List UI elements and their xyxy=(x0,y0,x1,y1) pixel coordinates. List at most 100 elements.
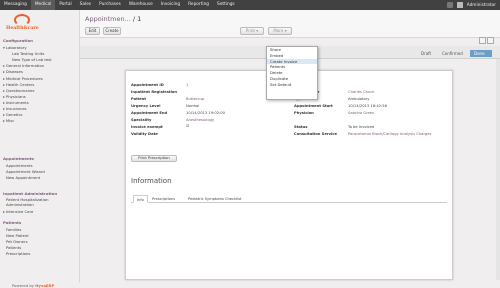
top-menu-item[interactable]: Settings xyxy=(213,0,239,10)
sidebar-item[interactable]: New Patient xyxy=(6,233,29,238)
dropdown-item[interactable]: Set Default xyxy=(267,82,317,88)
sidebar-item-label: General Information xyxy=(5,63,45,69)
status-confirmed[interactable]: Confirmed xyxy=(438,50,467,57)
sidebar-item[interactable]: ▸Intensive Care xyxy=(3,209,33,214)
expand-arrow-icon[interactable]: ▸ xyxy=(3,63,5,68)
physician-label: Physician xyxy=(294,111,314,115)
consultation-service-label: Consultation Service xyxy=(294,132,337,136)
sidebar-item[interactable]: ▸General Information xyxy=(3,63,44,68)
sidebar-item[interactable]: Pet Owners xyxy=(6,239,28,244)
sidebar-item-label: Medical Procedures xyxy=(5,75,43,81)
sidebar-item[interactable]: ▸Medical Procedures xyxy=(3,76,43,81)
speciality-value[interactable]: Anesthesiology xyxy=(186,118,214,122)
appointment-start-value: 10/14/2013 18:42:56 xyxy=(348,104,387,108)
form-view-icon[interactable] xyxy=(479,37,486,44)
sidebar-item[interactable]: New Type of Lab test xyxy=(12,57,52,62)
physician-value[interactable]: Sabrina Green xyxy=(348,111,374,115)
sidebar-item[interactable]: Families xyxy=(6,227,21,232)
sidebar-item-label: Instruments xyxy=(5,99,29,105)
sidebar-item[interactable]: ▸Misc xyxy=(3,118,14,123)
more-dropdown-menu: Share Embed Create Invoice Patients Delete Du… xyxy=(266,46,318,100)
type-value: Ambulatory xyxy=(348,97,370,101)
sidebar-item-label: Misc xyxy=(5,118,15,124)
top-menu: Messaging Medical Portal Sales Purchases Ware… xyxy=(0,0,239,10)
top-menu-item[interactable]: Purchases xyxy=(95,0,125,10)
form-sheet: Appointment ID 1 Inpatient Registration … xyxy=(125,70,453,280)
tab-prescriptions[interactable]: Prescriptions xyxy=(149,195,178,203)
top-menu-item[interactable]: Portal xyxy=(55,0,75,10)
sidebar-item[interactable]: Prescriptions xyxy=(6,251,30,256)
sidebar-item[interactable]: ▸Instruments xyxy=(3,100,29,105)
appointment-end-label: Appointment End xyxy=(131,111,168,115)
avatar[interactable] xyxy=(456,2,463,8)
main-content: Appointmen... / 1 Edit Create Print ▾ Mo… xyxy=(80,10,500,282)
expand-arrow-icon[interactable]: ▸ xyxy=(3,118,5,123)
sidebar-item[interactable]: ▾Laboratory xyxy=(3,45,27,50)
powered-by-prefix: Powered by xyxy=(12,283,35,288)
sidebar-item-label: New Patient xyxy=(6,232,29,238)
notebook-tabs: Info Prescriptions Pediatric Symptoms Ch… xyxy=(131,195,447,203)
sidebar-item[interactable]: ▸Questionnaires xyxy=(3,88,34,93)
breadcrumb-current: 1 xyxy=(137,15,142,23)
logo-mark xyxy=(14,14,30,26)
client-name-value[interactable]: Charles Chuck xyxy=(348,90,375,94)
top-menu-item[interactable]: Messaging xyxy=(0,0,31,10)
expand-arrow-icon[interactable]: ▸ xyxy=(3,106,5,111)
user-menu[interactable]: Administrator xyxy=(467,3,496,8)
powered-by-brand[interactable]: HyvaERP xyxy=(35,283,54,288)
status-label: Status xyxy=(294,125,308,129)
sidebar-section-title: Inpatient Administration xyxy=(3,191,58,196)
sidebar-item[interactable]: New Appointment xyxy=(6,175,40,180)
expand-arrow-icon[interactable]: ▸ xyxy=(3,82,5,87)
sidebar-item[interactable]: ▸Diseases xyxy=(3,69,23,74)
more-button[interactable]: More ▾ xyxy=(268,27,292,35)
expand-arrow-icon[interactable]: ▸ xyxy=(3,209,5,214)
tab-info[interactable]: Info xyxy=(133,195,148,203)
notification-icon[interactable] xyxy=(446,2,453,8)
consultation-service-value[interactable]: Paracetamol Bioch/Carilogy Analysis Char… xyxy=(348,132,431,136)
information-heading: Information xyxy=(131,177,172,185)
expand-arrow-icon[interactable]: ▾ xyxy=(3,45,5,50)
patient-value[interactable]: Buttercup xyxy=(186,97,204,101)
expand-arrow-icon[interactable]: ▸ xyxy=(3,76,5,81)
breadcrumb: Appointmen... / 1 xyxy=(85,15,141,23)
urgency-value: Normal xyxy=(186,104,200,108)
expand-arrow-icon[interactable]: ▸ xyxy=(3,112,5,117)
expand-arrow-icon[interactable]: ▸ xyxy=(3,94,5,99)
sidebar-item[interactable]: ▸Genetics xyxy=(3,112,23,117)
sidebar-item[interactable]: Patient Hospitalization Administration xyxy=(6,197,76,207)
expand-arrow-icon[interactable]: ▸ xyxy=(3,100,5,105)
sidebar-item-label: Diseases xyxy=(5,69,23,75)
top-menu-item[interactable]: Warehouse xyxy=(125,0,157,10)
top-menu-item[interactable]: Sales xyxy=(76,0,95,10)
breadcrumb-link[interactable]: Appointmen... xyxy=(85,15,131,23)
sidebar-item[interactable]: ▸Insurances xyxy=(3,106,27,111)
sidebar-item[interactable]: Lab Testing Units xyxy=(12,51,44,56)
expand-arrow-icon[interactable]: ▸ xyxy=(3,88,5,93)
expand-arrow-icon[interactable]: ▸ xyxy=(3,69,5,74)
sidebar: Health&care Configuration ▾Laboratory Lab … xyxy=(0,10,80,288)
top-menu-item[interactable]: Invoicing xyxy=(157,0,184,10)
sidebar-item[interactable]: ▸Physicians xyxy=(3,94,26,99)
edit-button[interactable]: Edit xyxy=(85,27,100,35)
sidebar-item-label: Laboratory xyxy=(5,45,27,50)
validity-date-label: Validity Date xyxy=(131,132,158,136)
sidebar-item[interactable]: Appointments xyxy=(6,163,33,168)
sidebar-item[interactable]: Patients xyxy=(6,245,21,250)
top-menu-item[interactable]: Reporting xyxy=(184,0,213,10)
status-done[interactable]: Done xyxy=(470,50,492,57)
print-button[interactable]: Print ▾ xyxy=(240,27,264,35)
print-prescription-button[interactable]: Print Prescription xyxy=(131,155,177,162)
logo: Health&care xyxy=(6,14,42,36)
top-menu-item[interactable]: Medical xyxy=(30,0,56,10)
tab-pediatric-symptoms[interactable]: Pediatric Symptoms Checklist xyxy=(185,195,244,203)
sidebar-item-label: Patient Hospitalization Administration xyxy=(6,197,49,207)
sidebar-item-label: Appointments xyxy=(6,163,33,168)
status-draft[interactable]: Draft xyxy=(417,50,435,57)
create-button[interactable]: Create xyxy=(103,27,121,35)
list-view-icon[interactable] xyxy=(487,37,494,44)
sidebar-item[interactable]: ▸Health Centers xyxy=(3,82,34,87)
scrollbar[interactable] xyxy=(496,59,500,280)
sidebar-item[interactable]: Appointment Wizard xyxy=(6,169,45,174)
invoice-exempt-checkbox[interactable]: ☑ xyxy=(186,124,189,128)
